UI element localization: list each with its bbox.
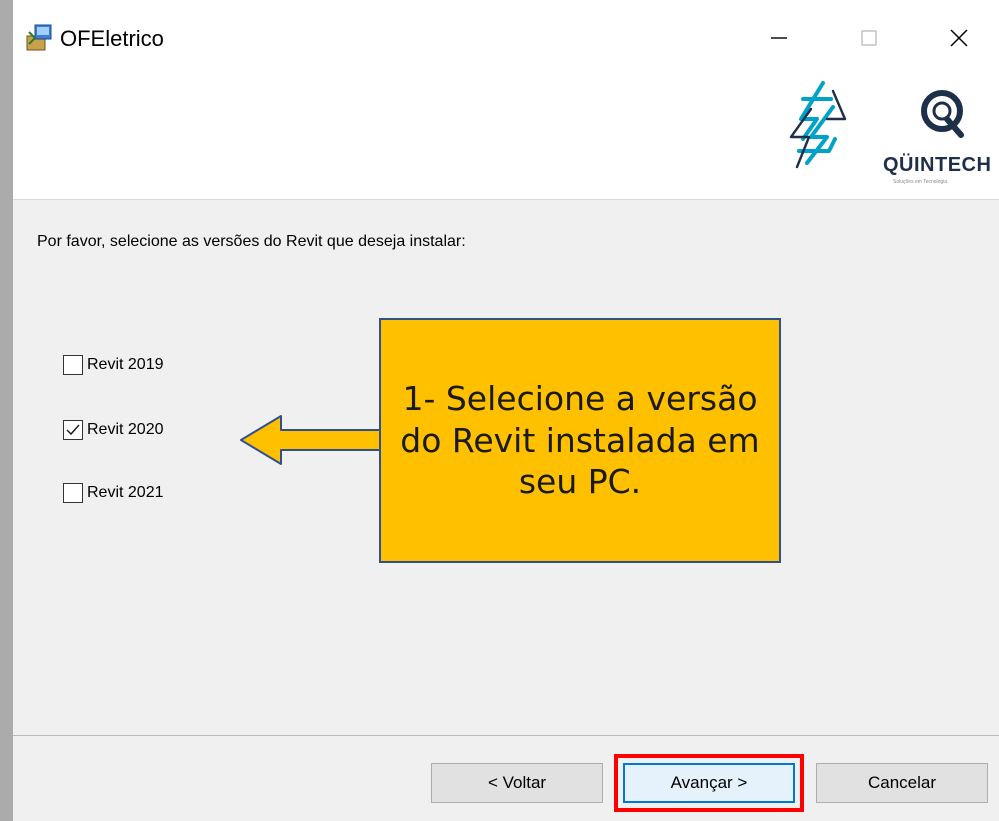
callout-arrow-icon bbox=[240, 415, 384, 465]
checkbox-label: Revit 2020 bbox=[87, 421, 164, 438]
brand-tagline: Soluções em Tecnologia bbox=[893, 179, 948, 185]
window-title: OFEletrico bbox=[60, 26, 164, 51]
title-bar: OFEletrico bbox=[13, 0, 999, 76]
checkbox-revit-2019[interactable]: Revit 2019 bbox=[63, 355, 164, 375]
maximize-icon bbox=[861, 30, 877, 46]
installer-icon bbox=[26, 24, 52, 51]
instruction-text: Por favor, selecione as versões do Revit… bbox=[37, 233, 466, 250]
maximize-button[interactable] bbox=[839, 18, 899, 58]
checkbox-box[interactable] bbox=[63, 355, 83, 375]
annotation-highlight-box bbox=[614, 754, 804, 812]
checkbox-label: Revit 2021 bbox=[87, 484, 164, 501]
q-logo-icon bbox=[921, 90, 964, 138]
checkbox-revit-2021[interactable]: Revit 2021 bbox=[63, 483, 164, 503]
annotation-callout: 1- Selecione a versão do Revit instalada… bbox=[379, 318, 781, 563]
installer-window: OFEletrico QÜINTECH Soluções em Tecnolog… bbox=[13, 0, 999, 821]
back-button[interactable]: < Voltar bbox=[431, 763, 603, 803]
cancel-button[interactable]: Cancelar bbox=[816, 763, 988, 803]
header-banner: QÜINTECH Soluções em Tecnologia bbox=[13, 76, 999, 200]
minimize-button[interactable] bbox=[749, 18, 809, 58]
checkbox-label: Revit 2019 bbox=[87, 356, 164, 373]
checkbox-revit-2020[interactable]: Revit 2020 bbox=[63, 420, 164, 440]
checkbox-box[interactable] bbox=[63, 483, 83, 503]
close-icon bbox=[950, 29, 968, 47]
lightning-bolt-logo-icon bbox=[789, 81, 847, 169]
checkbox-box[interactable] bbox=[63, 420, 83, 440]
close-button[interactable] bbox=[929, 18, 989, 58]
checkmark-icon bbox=[66, 424, 80, 436]
footer-divider bbox=[13, 735, 999, 736]
minimize-icon bbox=[771, 37, 787, 39]
brand-name: QÜINTECH bbox=[883, 154, 992, 176]
